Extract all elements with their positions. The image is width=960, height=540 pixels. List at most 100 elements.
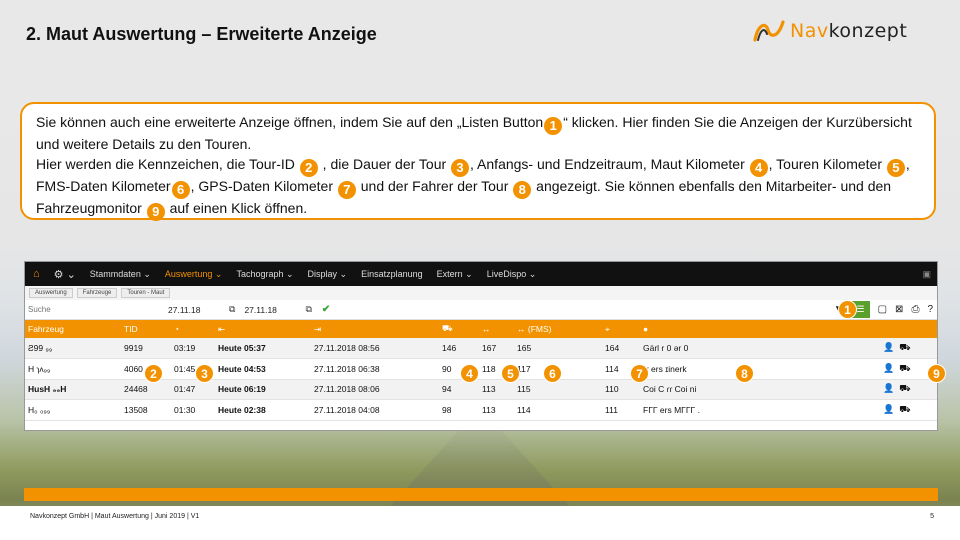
table-header-row: Fahrzeug TID ◔ ⇤ ⇥ ⛟ ↔ ↔ (FMS) ⌖ ● (25, 320, 937, 338)
breadcrumb-item[interactable]: Fahrzeuge (76, 288, 118, 298)
fms-km: 115 (517, 384, 531, 395)
duration: 03:19 (174, 343, 196, 353)
nav-display[interactable]: Display ⌄ (308, 269, 348, 280)
start-time: Heute 04:53 (218, 363, 266, 374)
column-end-icon[interactable]: ⇥ (311, 320, 439, 338)
gps-km: 111 (605, 404, 618, 415)
callout-number: 4 (749, 158, 768, 177)
end-time: 27.11.2018 06:38 (314, 363, 380, 374)
start-time: Heute 05:37 (218, 343, 266, 353)
callout-badge: 8 (735, 364, 754, 383)
top-navigation: ⌂ ⚙ ⌄ Stammdaten ⌄ Auswertung ⌄ Tachogra… (25, 262, 937, 286)
vehicle-monitor-icon[interactable]: ⛟ (899, 342, 910, 352)
table-row[interactable]: HusH ₉₉H 24468 01:47 Heute 06:19 27.11.2… (25, 379, 937, 400)
callout-badge: 3 (195, 364, 214, 383)
column-duration-icon[interactable]: ◔ (171, 320, 215, 338)
callout-number: 8 (513, 180, 532, 199)
excel-export-icon[interactable]: ⊠ (895, 304, 903, 315)
app-window: ⌂ ⚙ ⌄ Stammdaten ⌄ Auswertung ⌄ Tachogra… (24, 261, 938, 431)
end-time: 27.11.2018 08:06 (314, 384, 380, 395)
column-tour-km-icon[interactable]: ↔ (479, 320, 514, 338)
column-actions (880, 320, 937, 338)
navkonzept-logo: Navkonzept (752, 20, 907, 42)
column-fms-km[interactable]: ↔ (FMS) (514, 320, 602, 338)
column-toll-km-icon[interactable]: ⛟ (439, 320, 479, 338)
tour-km: 113 (482, 404, 496, 415)
info-box: Sie können auch eine erweiterte Anzeige … (20, 102, 936, 221)
employee-monitor-icon[interactable]: 👤 (883, 404, 894, 414)
driver: Gärl r 0 ər 0 (643, 343, 689, 353)
tile-view-icon[interactable]: ▢ (878, 304, 887, 315)
row-actions: 👤 ⛟ (880, 338, 937, 359)
vehicle-monitor-icon[interactable]: ⛟ (899, 404, 910, 414)
employee-monitor-icon[interactable]: 👤 (883, 383, 894, 393)
slide-title: 2. Maut Auswertung – Erweiterte Anzeige (26, 24, 377, 44)
breadcrumb: Auswertung Fahrzeuge Touren - Maut (25, 286, 937, 300)
gear-icon[interactable]: ⚙ ⌄ (54, 268, 76, 281)
breadcrumb-item[interactable]: Auswertung (29, 288, 73, 298)
window-icon[interactable]: ▣ (922, 269, 931, 280)
callout-number: 1 (544, 117, 563, 135)
table-row[interactable]: H₀ ₀₉₉ 13508 01:30 Heute 02:38 27.11.201… (25, 400, 937, 420)
logo-text: Navkonzept (790, 20, 908, 42)
fms-km: 165 (517, 343, 532, 353)
logo-mark-icon (753, 20, 785, 42)
gps-km: 110 (605, 384, 619, 395)
vehicle-monitor-icon[interactable]: ⛟ (899, 363, 910, 373)
vehicle-plate: H₀ ₀₉₉ (28, 404, 51, 415)
column-driver-icon[interactable]: ● (640, 320, 880, 338)
start-time: Heute 06:19 (218, 384, 266, 395)
footer-text: Navkonzept GmbH | Maut Auswertung | Juni… (30, 513, 200, 520)
callout-badge: 6 (543, 364, 562, 383)
vehicle-plate: H ɿʌ₉₉ (28, 363, 51, 374)
nav-livedispo[interactable]: LiveDispo ⌄ (487, 269, 537, 280)
home-icon[interactable]: ⌂ (33, 268, 40, 280)
print-icon[interactable]: ⎙ (911, 304, 919, 315)
callout-badge: 4 (460, 364, 479, 383)
employee-monitor-icon[interactable]: 👤 (883, 342, 894, 352)
apply-check-icon[interactable]: ✔ (322, 304, 330, 315)
employee-monitor-icon[interactable]: 👤 (883, 363, 894, 373)
callout-badge: 7 (630, 364, 649, 383)
nav-auswertung[interactable]: Auswertung ⌄ (165, 269, 223, 280)
callout-number: 2 (299, 158, 318, 177)
row-actions: 👤 ⛟ (880, 379, 937, 400)
end-time: 27.11.2018 08:56 (314, 343, 380, 353)
nav-tachograph[interactable]: Tachograph ⌄ (236, 269, 293, 280)
column-vehicle[interactable]: Fahrzeug (25, 320, 121, 338)
duration: 01:30 (174, 404, 196, 415)
tour-km: 167 (482, 343, 497, 353)
accent-bar (24, 488, 938, 501)
fms-km: 114 (517, 404, 531, 415)
calendar-icon[interactable]: ⧉ (305, 304, 311, 315)
toll-km: 98 (442, 404, 452, 415)
vehicle-plate: HusH ₉₉H (28, 384, 67, 395)
nav-stammdaten[interactable]: Stammdaten ⌄ (90, 269, 151, 280)
callout-number: 5 (886, 158, 905, 177)
end-time: 27.11.2018 04:08 (314, 404, 380, 415)
breadcrumb-item[interactable]: Touren - Maut (121, 288, 171, 298)
start-time: Heute 02:38 (218, 404, 266, 415)
table-row[interactable]: Ƨ99 ₉₉ 9919 03:19 Heute 05:37 27.11.2018… (25, 338, 937, 359)
nav-einsatzplanung[interactable]: Einsatzplanung (361, 269, 423, 279)
callout-badge: 2 (144, 364, 163, 383)
vehicle-plate: Ƨ99 ₉₉ (28, 343, 53, 353)
calendar-icon[interactable]: ⧉ (229, 304, 235, 315)
callout-badge: 9 (927, 364, 946, 383)
callout-number: 9 (146, 202, 165, 221)
tour-id: 24468 (124, 384, 148, 395)
nav-extern[interactable]: Extern ⌄ (437, 269, 473, 280)
column-gps-km-icon[interactable]: ⌖ (602, 320, 640, 338)
callout-badge: 1 (838, 300, 857, 319)
column-start-icon[interactable]: ⇤ (215, 320, 311, 338)
date-from-field[interactable]: 27.11.18 (163, 305, 229, 315)
tour-id: 13508 (124, 404, 148, 415)
toll-km: 146 (442, 343, 457, 353)
search-input[interactable] (25, 300, 163, 319)
column-tid[interactable]: TID (121, 320, 171, 338)
vehicle-monitor-icon[interactable]: ⛟ (899, 383, 910, 393)
help-icon[interactable]: ? (927, 304, 933, 315)
date-to-field[interactable]: 27.11.18 (239, 305, 305, 315)
filter-bar: 27.11.18 ⧉ 27.11.18 ⧉ ✔ ▼ ☰ ▢ ⊠ ⎙ ? (25, 300, 937, 320)
callout-badge: 5 (501, 364, 520, 383)
